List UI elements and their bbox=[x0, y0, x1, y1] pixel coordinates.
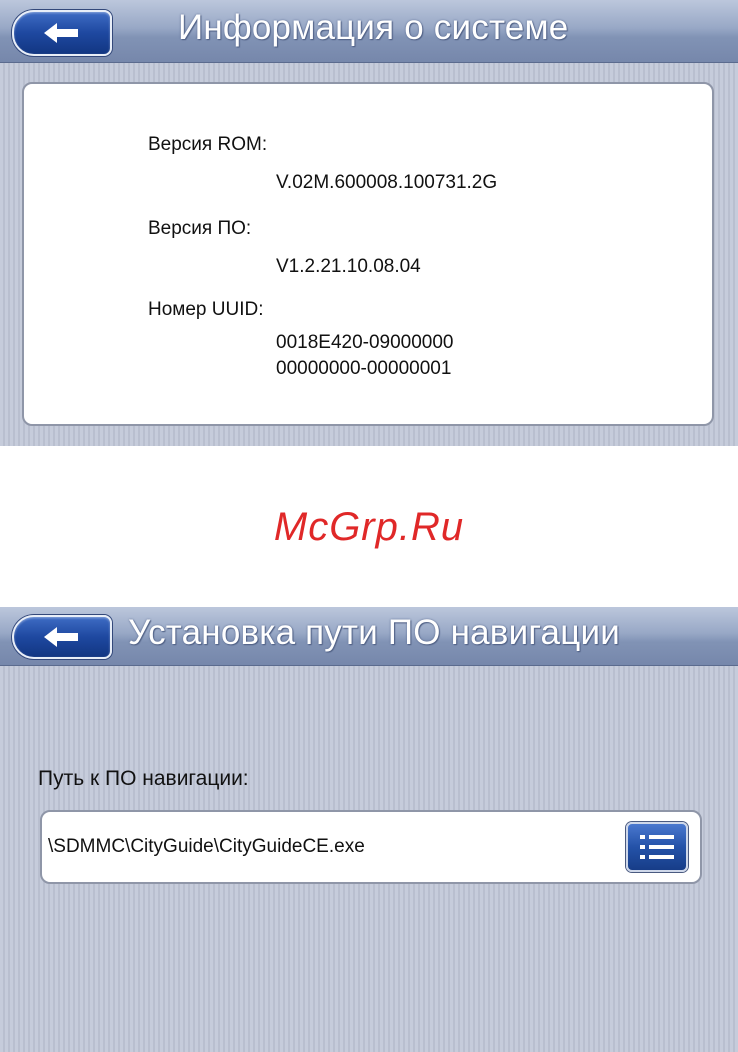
uuid-label: Номер UUID: bbox=[148, 299, 264, 320]
software-version-value: V1.2.21.10.08.04 bbox=[276, 256, 421, 277]
uuid-value-line2: 00000000-00000001 bbox=[276, 358, 452, 379]
arrow-left-icon bbox=[44, 23, 78, 43]
list-icon bbox=[640, 835, 674, 859]
navigation-path-screen: Установка пути ПО навигации Путь к ПО на… bbox=[0, 607, 738, 1052]
software-version-label: Версия ПО: bbox=[148, 218, 252, 239]
page-title: Информация о системе bbox=[178, 8, 569, 47]
rom-version-value: V.02M.600008.100731.2G bbox=[276, 172, 498, 193]
title-bar: Установка пути ПО навигации bbox=[0, 607, 738, 666]
back-button[interactable] bbox=[12, 10, 112, 56]
arrow-left-icon bbox=[44, 627, 78, 647]
page-title: Установка пути ПО навигации bbox=[128, 613, 620, 652]
uuid-value-line1: 0018E420-09000000 bbox=[276, 332, 454, 353]
back-button[interactable] bbox=[12, 615, 112, 659]
navigation-path-value: \SDMMC\CityGuide\CityGuideCE.exe bbox=[48, 836, 365, 857]
navigation-path-field[interactable]: \SDMMC\CityGuide\CityGuideCE.exe bbox=[40, 810, 702, 884]
rom-version-label: Версия ROM: bbox=[148, 134, 268, 155]
system-info-screen: Информация о системе Версия ROM: V.02M.6… bbox=[0, 0, 738, 446]
system-info-panel: Версия ROM: V.02M.600008.100731.2G Верси… bbox=[22, 82, 714, 426]
path-label: Путь к ПО навигации: bbox=[38, 767, 249, 790]
title-bar: Информация о системе bbox=[0, 0, 738, 63]
watermark-text: McGrp.Ru bbox=[273, 505, 465, 549]
browse-button[interactable] bbox=[626, 822, 688, 872]
